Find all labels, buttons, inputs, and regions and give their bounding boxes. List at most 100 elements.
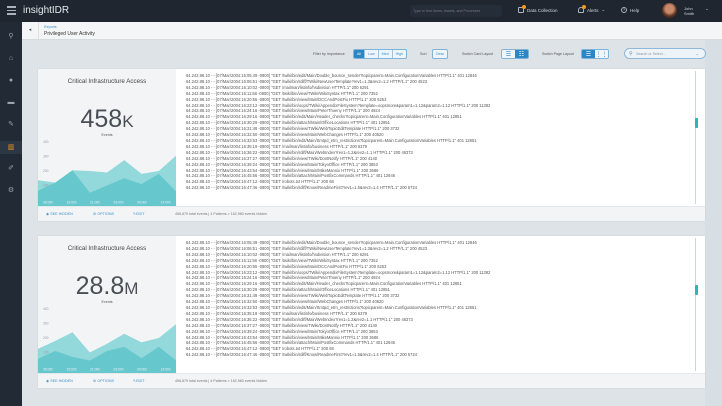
sort-desc-button[interactable]: Desc xyxy=(433,50,447,58)
area-chart: 100 200 300 400 09:00h 15:00h 21:00h 03:00h 09:0… xyxy=(38,307,176,373)
event-stats: 458,879 total events | 4 Patterns > 162,… xyxy=(175,379,268,383)
x-tick-label: 09:00h xyxy=(43,368,53,372)
options-button[interactable]: ⚙ OPTIONS xyxy=(93,379,114,383)
sort-label: Sort xyxy=(420,52,427,56)
data-collection-button[interactable]: Data Collection xyxy=(518,5,558,13)
page-layout-label: Switch Page Layout xyxy=(542,52,574,56)
app-logo: insightIDR xyxy=(23,5,70,16)
card-title: Critical Infrastructure Access xyxy=(67,245,147,252)
detail-layout-icon[interactable]: ☷ xyxy=(515,50,528,58)
scrollbar-track[interactable] xyxy=(695,71,696,204)
y-tick-label: 100 xyxy=(43,184,49,188)
user-name[interactable]: John Smith xyxy=(684,6,694,16)
see-hidden-label: SEE HIDDEN xyxy=(50,212,73,216)
grid-icon[interactable]: ⋮⋮ xyxy=(595,50,608,58)
chevron-down-icon: ⌄ xyxy=(601,7,606,12)
options-button[interactable]: ⚙ OPTIONS xyxy=(93,212,114,216)
help-label: Help xyxy=(630,7,640,13)
scrollbar-track[interactable] xyxy=(695,238,696,371)
search-icon[interactable]: ⚲ xyxy=(6,32,16,42)
see-hidden-label: SEE HIDDEN xyxy=(50,379,73,383)
filter-label: Filter by Importance xyxy=(313,52,345,56)
report-card: Critical Infrastructure Access 458K Even… xyxy=(38,69,705,221)
collapse-toggle-icon[interactable]: ◂ xyxy=(22,22,39,39)
scrollbar-thumb[interactable] xyxy=(695,118,698,129)
search-select-input[interactable]: ⚲ Search or Select... ⌄ xyxy=(624,48,706,59)
investigations-icon[interactable]: ✎ xyxy=(6,120,16,130)
log-line[interactable]: 64.242.88.10 - - [07/Mar/2004:16:47:46 -… xyxy=(186,185,691,191)
monitor-icon[interactable]: ▬ xyxy=(6,98,16,108)
global-search-input[interactable]: Type to find Users, Assets, and Processe… xyxy=(410,5,502,17)
edit-button[interactable]: ✎EDIT xyxy=(133,212,145,216)
data-collection-icon xyxy=(518,5,526,13)
log-list: 64.242.88.10 - - [07/Mar/2004:16:05:49 -… xyxy=(186,240,691,358)
log-line[interactable]: 64.242.88.10 - - [07/Mar/2004:16:47:46 -… xyxy=(186,352,691,358)
filter-high-button[interactable]: High xyxy=(393,50,406,58)
alerts-label: Alerts xyxy=(587,7,599,13)
card-summary: Critical Infrastructure Access 28.8M Eve… xyxy=(38,236,176,373)
home-icon[interactable]: ⌂ xyxy=(6,54,16,64)
x-tick-label: 14:00h xyxy=(161,201,171,205)
scrollbar-thumb[interactable] xyxy=(695,285,698,296)
x-tick-label: 15:00h xyxy=(67,201,77,205)
x-tick-label: 21:00h xyxy=(90,368,100,372)
search-select-placeholder: Search or Select... xyxy=(636,52,666,56)
options-label: OPTIONS xyxy=(97,379,114,383)
y-tick-label: 100 xyxy=(43,351,49,355)
help-icon: ? xyxy=(621,7,627,13)
edit-label: EDIT xyxy=(136,379,145,383)
filter-all-button[interactable]: All xyxy=(354,50,365,58)
x-tick-label: 21:00h xyxy=(90,201,100,205)
report-card: Critical Infrastructure Access 28.8M Eve… xyxy=(38,236,705,388)
x-tick-label: 09:00h xyxy=(137,201,147,205)
x-tick-label: 15:00h xyxy=(67,368,77,372)
user-icon[interactable]: ● xyxy=(6,76,16,86)
user-last-name: Smith xyxy=(684,11,695,16)
single-column-icon[interactable]: ☰ xyxy=(582,50,595,58)
chevron-down-icon: ⌄ xyxy=(695,51,699,56)
sort-toggle: Desc xyxy=(432,49,449,59)
breadcrumb: ◂ Reports Privileged User Activity xyxy=(22,22,722,40)
breadcrumb-parent-link[interactable]: Reports xyxy=(44,25,57,29)
card-layout-label: Switch Card Layout xyxy=(462,52,494,56)
options-label: OPTIONS xyxy=(97,212,114,216)
sidebar: ⚲ ⌂ ● ▬ ✎ ▥ ✐ ⚙ xyxy=(0,22,22,406)
y-tick-label: 200 xyxy=(43,169,49,173)
reports-icon[interactable]: ▥ xyxy=(0,141,22,154)
filter-low-button[interactable]: Low xyxy=(365,50,379,58)
x-tick-label: 09:00h xyxy=(43,201,53,205)
data-collection-label: Data Collection xyxy=(527,7,558,13)
hamburger-menu-icon[interactable] xyxy=(7,6,16,15)
importance-filter: All Low Med High xyxy=(353,49,407,59)
card-title: Critical Infrastructure Access xyxy=(67,78,147,85)
edit-button[interactable]: ✎EDIT xyxy=(133,379,145,383)
card-layout-toggle: ☰ ☷ xyxy=(501,49,529,59)
list-layout-icon[interactable]: ☰ xyxy=(502,50,515,58)
x-tick-label: 03:00h xyxy=(114,368,124,372)
help-button[interactable]: ? Help xyxy=(621,7,639,13)
card-summary: Critical Infrastructure Access 458K Even… xyxy=(38,69,176,206)
card-footer: ◉ SEE HIDDEN ⚙ OPTIONS ✎EDIT 458,879 tot… xyxy=(38,206,705,221)
x-tick-label: 09:00h xyxy=(137,368,147,372)
page-title: Privileged User Activity xyxy=(44,30,95,37)
x-tick-label: 03:00h xyxy=(114,201,124,205)
y-tick-label: 300 xyxy=(43,155,49,159)
right-gutter xyxy=(705,40,722,406)
x-tick-label: 14:00h xyxy=(161,368,171,372)
settings-gear-icon[interactable]: ⚙ xyxy=(6,186,16,196)
card-footer: ◉ SEE HIDDEN ⚙ OPTIONS ✎EDIT 458,879 tot… xyxy=(38,373,705,388)
see-hidden-button[interactable]: ◉ SEE HIDDEN xyxy=(46,379,73,383)
alerts-button[interactable]: Alerts ⌄ xyxy=(578,5,606,13)
y-tick-label: 400 xyxy=(43,307,49,311)
edit-label: EDIT xyxy=(136,212,145,216)
user-menu-chevron-icon[interactable]: ⌄ xyxy=(705,6,709,12)
y-tick-label: 300 xyxy=(43,322,49,326)
page-layout-toggle: ☰ ⋮⋮ xyxy=(581,49,609,59)
search-icon: ⚲ xyxy=(629,51,633,57)
event-stats: 458,879 total events | 4 Patterns > 162,… xyxy=(175,212,268,216)
tools-icon[interactable]: ✐ xyxy=(6,164,16,174)
filter-med-button[interactable]: Med xyxy=(379,50,393,58)
avatar[interactable] xyxy=(662,3,677,18)
area-chart: 100 200 300 400 09:00h 15:00h 21:00h 03:00h 09:0… xyxy=(38,140,176,206)
see-hidden-button[interactable]: ◉ SEE HIDDEN xyxy=(46,212,73,216)
